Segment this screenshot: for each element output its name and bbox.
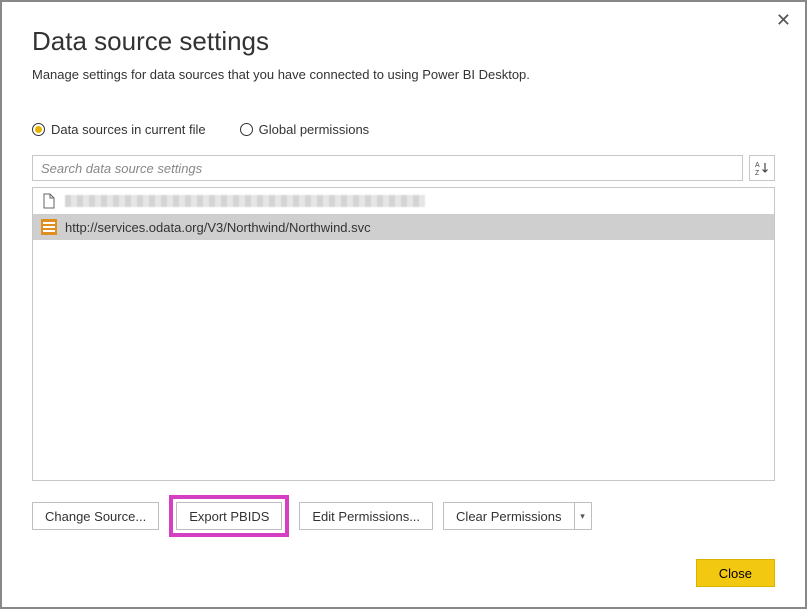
clear-permissions-split-button: Clear Permissions ▾ — [443, 502, 591, 530]
clear-permissions-button[interactable]: Clear Permissions — [443, 502, 573, 530]
radio-icon — [32, 123, 45, 136]
search-row: A Z — [32, 155, 775, 181]
radio-global-permissions[interactable]: Global permissions — [240, 122, 370, 137]
sort-button[interactable]: A Z — [749, 155, 775, 181]
scope-radio-group: Data sources in current file Global perm… — [32, 122, 775, 137]
list-item-label: http://services.odata.org/V3/Northwind/N… — [65, 220, 371, 235]
svg-text:A: A — [755, 162, 760, 169]
svg-text:Z: Z — [755, 170, 760, 176]
close-button[interactable]: Close — [696, 559, 775, 587]
chevron-down-icon: ▾ — [580, 511, 585, 522]
list-item[interactable] — [33, 188, 774, 214]
list-item[interactable]: http://services.odata.org/V3/Northwind/N… — [33, 214, 774, 240]
sort-az-icon: A Z — [754, 160, 770, 176]
action-button-row: Change Source... Export PBIDS Edit Permi… — [32, 495, 775, 537]
dialog-subtitle: Manage settings for data sources that yo… — [32, 67, 775, 82]
search-input[interactable] — [32, 155, 743, 181]
radio-label: Global permissions — [259, 122, 370, 137]
close-icon[interactable]: ✕ — [776, 10, 791, 31]
export-pbids-button[interactable]: Export PBIDS — [176, 502, 282, 530]
radio-icon — [240, 123, 253, 136]
dialog-footer: Close — [32, 559, 775, 587]
highlight-export-pbids: Export PBIDS — [169, 495, 289, 537]
list-item-label — [65, 195, 425, 207]
data-source-settings-dialog: ✕ Data source settings Manage settings f… — [2, 2, 805, 607]
file-icon — [41, 193, 57, 209]
edit-permissions-button[interactable]: Edit Permissions... — [299, 502, 433, 530]
clear-permissions-dropdown[interactable]: ▾ — [574, 502, 592, 530]
odata-icon — [41, 219, 57, 235]
change-source-button[interactable]: Change Source... — [32, 502, 159, 530]
radio-label: Data sources in current file — [51, 122, 206, 137]
data-source-list: http://services.odata.org/V3/Northwind/N… — [32, 187, 775, 481]
dialog-title: Data source settings — [32, 26, 775, 57]
radio-current-file[interactable]: Data sources in current file — [32, 122, 206, 137]
